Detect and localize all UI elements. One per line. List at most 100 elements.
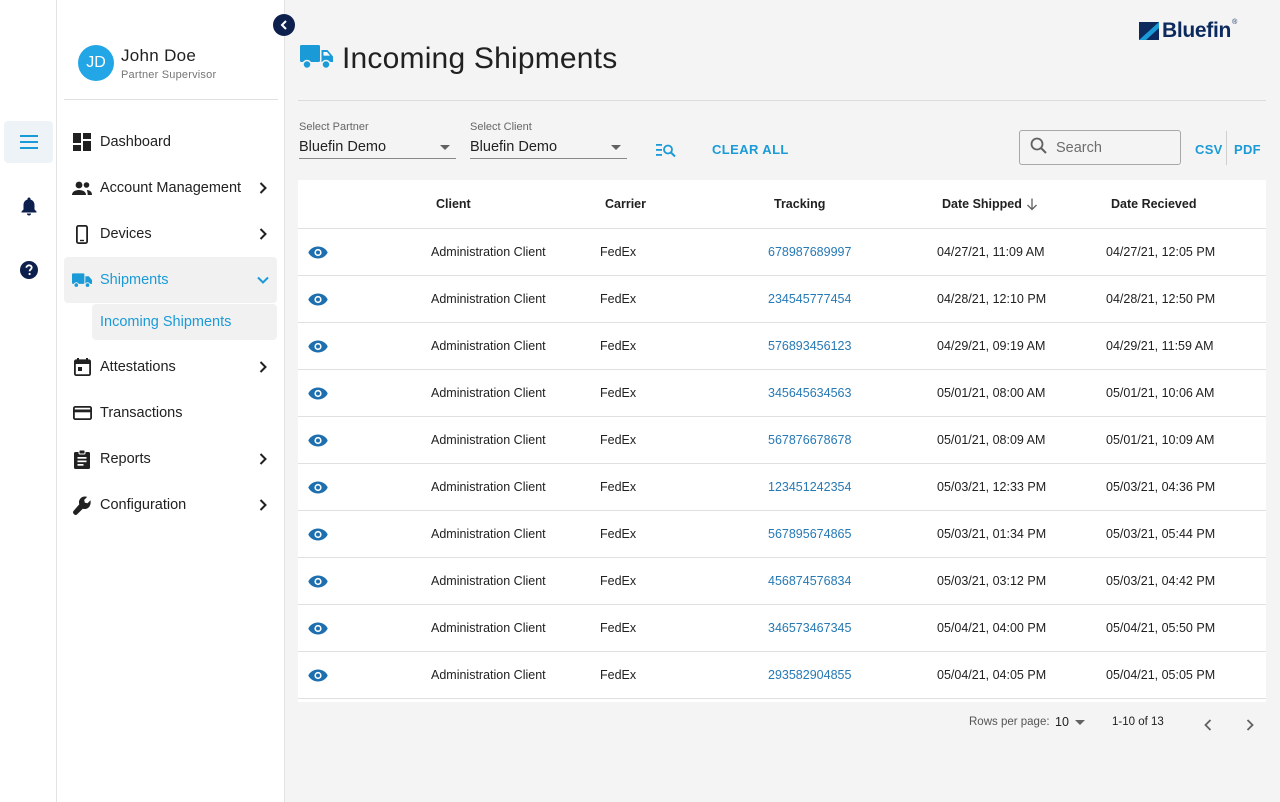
cell-tracking[interactable]: 678987689997 (768, 245, 851, 259)
nav-drawer: JD John Doe Partner Supervisor Dashboard… (57, 0, 285, 802)
table-header: Client Carrier Tracking Date Shipped Dat… (298, 180, 1266, 229)
cell-client: Administration Client (431, 668, 546, 682)
brand-name: Bluefin (1162, 19, 1232, 42)
client-select[interactable]: Select Client Bluefin Demo (470, 121, 627, 159)
cell-carrier: FedEx (600, 292, 637, 306)
page-title: Incoming Shipments (342, 42, 618, 75)
column-header-date-received[interactable]: Date Recieved (1111, 197, 1196, 211)
view-eye-icon[interactable] (307, 383, 329, 403)
chevron-right-icon (253, 178, 273, 198)
view-eye-icon[interactable] (307, 242, 329, 262)
table-row: Administration Client FedEx 567876678678 05… (298, 417, 1266, 464)
table-row: Administration Client FedEx 456874576834 05… (298, 558, 1266, 605)
sidebar-item-reports[interactable]: Reports (64, 436, 277, 482)
sidebar-item-devices[interactable]: Devices (64, 211, 277, 257)
chevron-right-icon (253, 495, 273, 515)
next-page-button[interactable] (1238, 713, 1262, 737)
cell-date-shipped: 04/27/21, 11:09 AM (937, 245, 1045, 259)
rows-per-page-value: 10 (1055, 715, 1069, 729)
column-header-date-shipped[interactable]: Date Shipped (942, 197, 1038, 211)
cell-date-shipped: 05/01/21, 08:00 AM (937, 386, 1046, 400)
truck-icon (300, 44, 333, 74)
cell-tracking[interactable]: 123451242354 (768, 480, 851, 494)
cell-tracking[interactable]: 456874576834 (768, 574, 851, 588)
previous-page-button[interactable] (1196, 713, 1220, 737)
view-eye-icon[interactable] (307, 477, 329, 497)
filter-search-icon[interactable] (655, 140, 677, 160)
cell-tracking[interactable]: 345645634563 (768, 386, 851, 400)
cell-client: Administration Client (431, 527, 546, 541)
column-header-carrier[interactable]: Carrier (605, 197, 646, 211)
partner-select-label: Select Partner (299, 121, 369, 133)
chevron-down-icon (253, 270, 273, 290)
cell-tracking[interactable]: 293582904855 (768, 668, 851, 682)
search-input[interactable] (1056, 139, 1166, 156)
cell-tracking[interactable]: 234545777454 (768, 292, 851, 306)
cell-tracking[interactable]: 567895674865 (768, 527, 851, 541)
collapse-drawer-button[interactable] (273, 14, 295, 36)
table-row: Administration Client FedEx 678987689997 04… (298, 229, 1266, 276)
shipments-table: Client Carrier Tracking Date Shipped Dat… (298, 180, 1266, 702)
partner-select-value: Bluefin Demo (299, 139, 387, 155)
column-header-tracking[interactable]: Tracking (774, 197, 825, 211)
cell-tracking[interactable]: 346573467345 (768, 621, 851, 635)
cell-date-received: 05/03/21, 04:36 PM (1106, 480, 1216, 494)
client-select-box[interactable]: Bluefin Demo (470, 136, 627, 159)
column-header-client[interactable]: Client (436, 197, 471, 211)
dashboard-icon (72, 132, 92, 152)
cell-client: Administration Client (431, 292, 546, 306)
cell-carrier: FedEx (600, 433, 637, 447)
sidebar-item-label: Dashboard (100, 134, 171, 150)
cell-date-received: 05/04/21, 05:50 PM (1106, 621, 1216, 635)
truck-icon (72, 270, 92, 290)
sidebar-item-dashboard[interactable]: Dashboard (64, 119, 277, 165)
sidebar-item-label: Devices (100, 226, 152, 242)
partner-select-box[interactable]: Bluefin Demo (299, 136, 456, 159)
help-icon[interactable] (4, 249, 53, 291)
view-eye-icon[interactable] (307, 336, 329, 356)
cell-client: Administration Client (431, 433, 546, 447)
clear-all-button[interactable]: CLEAR ALL (712, 142, 789, 157)
cell-date-shipped: 05/04/21, 04:05 PM (937, 668, 1047, 682)
cell-date-shipped: 05/04/21, 04:00 PM (937, 621, 1047, 635)
client-select-value: Bluefin Demo (470, 139, 558, 155)
sidebar-item-label: Shipments (100, 272, 169, 288)
export-pdf-button[interactable]: PDF (1234, 142, 1261, 157)
cell-client: Administration Client (431, 574, 546, 588)
search-box[interactable] (1019, 130, 1181, 165)
sidebar-item-account-management[interactable]: Account Management (64, 165, 277, 211)
cell-carrier: FedEx (600, 668, 637, 682)
sidebar-item-label: Transactions (100, 405, 183, 421)
view-eye-icon[interactable] (307, 618, 329, 638)
notifications-bell-icon[interactable] (4, 185, 53, 227)
credit-card-icon (72, 403, 92, 423)
cell-client: Administration Client (431, 245, 546, 259)
view-eye-icon[interactable] (307, 289, 329, 309)
export-csv-button[interactable]: CSV (1195, 142, 1223, 157)
rows-per-page-select[interactable]: 10 (1055, 715, 1085, 729)
view-eye-icon[interactable] (307, 430, 329, 450)
dropdown-caret-icon (1074, 719, 1085, 725)
sidebar-item-shipments[interactable]: Shipments (64, 257, 277, 303)
chevron-right-icon (253, 224, 273, 244)
chevron-left-icon (1204, 719, 1212, 731)
cell-tracking[interactable]: 567876678678 (768, 433, 851, 447)
wrench-icon (72, 495, 92, 515)
menu-icon[interactable] (4, 121, 53, 163)
sidebar-subitem-incoming-shipments[interactable]: Incoming Shipments (92, 304, 277, 340)
clipboard-icon (72, 449, 92, 469)
sidebar-item-attestations[interactable]: Attestations (64, 344, 277, 390)
page-header: Incoming Shipments (300, 42, 617, 76)
view-eye-icon[interactable] (307, 524, 329, 544)
cell-carrier: FedEx (600, 621, 637, 635)
cell-date-received: 04/28/21, 12:50 PM (1106, 292, 1216, 306)
sidebar-item-transactions[interactable]: Transactions (64, 390, 277, 436)
sidebar-item-configuration[interactable]: Configuration (64, 482, 277, 528)
cell-date-shipped: 04/29/21, 09:19 AM (937, 339, 1046, 353)
export-divider (1226, 131, 1227, 165)
partner-select[interactable]: Select Partner Bluefin Demo (299, 121, 456, 159)
view-eye-icon[interactable] (307, 665, 329, 685)
view-eye-icon[interactable] (307, 571, 329, 591)
cell-tracking[interactable]: 576893456123 (768, 339, 851, 353)
cell-date-received: 05/03/21, 05:44 PM (1106, 527, 1216, 541)
